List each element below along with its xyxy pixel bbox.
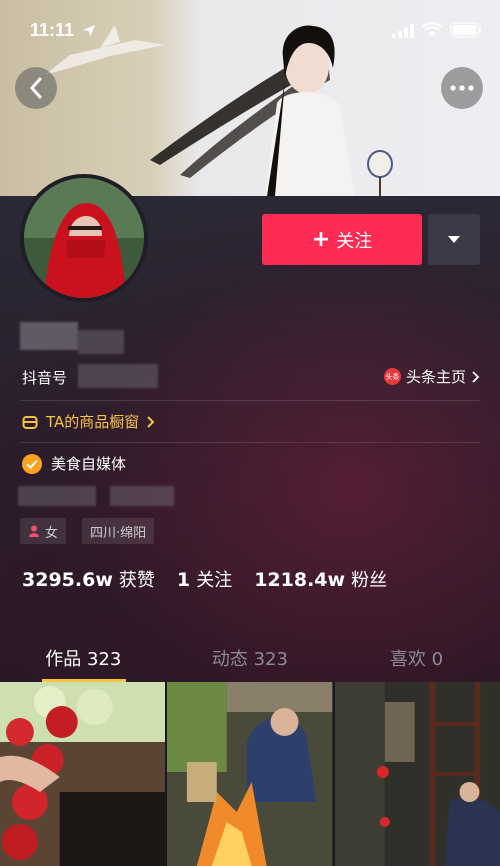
location-arrow-icon bbox=[83, 25, 95, 37]
bio-redacted-2 bbox=[110, 486, 174, 506]
follow-label: 关注 bbox=[336, 230, 373, 252]
verified-category: 美食自媒体 bbox=[51, 455, 127, 473]
shop-window-link[interactable]: TA的商品橱窗 bbox=[22, 411, 155, 432]
shop-window-label: TA的商品橱窗 bbox=[46, 413, 140, 431]
followers-label: 粉丝 bbox=[351, 570, 388, 591]
more-options-button[interactable] bbox=[441, 67, 483, 109]
tab-works-label: 作品 323 bbox=[45, 649, 122, 670]
nickname-redacted bbox=[20, 322, 78, 350]
thumbnail-image bbox=[0, 682, 166, 866]
chevron-right-icon bbox=[147, 415, 155, 428]
nickname-redacted-2 bbox=[78, 330, 124, 354]
verified-badge-row: 美食自媒体 bbox=[22, 453, 126, 474]
following-stat[interactable]: 1 关注 bbox=[177, 566, 232, 592]
following-count: 1 bbox=[176, 569, 191, 591]
ellipsis-icon bbox=[450, 85, 474, 91]
cart-icon bbox=[22, 415, 38, 429]
status-bar: 11:11 bbox=[0, 0, 500, 60]
status-time: 11:11 bbox=[30, 20, 75, 40]
back-button[interactable] bbox=[15, 67, 57, 109]
plus-icon: + bbox=[311, 227, 331, 252]
likes-count: 3295.6w bbox=[22, 569, 113, 591]
battery-icon bbox=[450, 22, 481, 38]
video-grid bbox=[0, 682, 500, 866]
chevron-right-icon bbox=[472, 370, 480, 383]
bio-redacted bbox=[18, 486, 96, 506]
thumbnail-image bbox=[167, 682, 333, 866]
profile-stats: 3295.6w 获赞 1 关注 1218.4w 粉丝 bbox=[22, 566, 409, 592]
verified-check-icon bbox=[22, 453, 42, 474]
tab-works[interactable]: 作品 323 bbox=[0, 632, 167, 682]
cellular-signal-icon bbox=[392, 24, 414, 38]
recommend-dropdown-button[interactable] bbox=[428, 214, 480, 265]
following-label: 关注 bbox=[196, 570, 233, 591]
caret-down-icon bbox=[448, 235, 460, 243]
toutiao-homepage-link[interactable]: 头条 头条主页 bbox=[383, 366, 480, 387]
avatar-image bbox=[24, 178, 144, 298]
tab-likes[interactable]: 喜欢 0 bbox=[333, 632, 500, 682]
avatar[interactable] bbox=[20, 174, 148, 302]
profile-tabs: 作品 323 动态 323 喜欢 0 bbox=[0, 632, 500, 682]
thumbnail-image bbox=[334, 682, 500, 866]
douyin-id-label: 抖音号 bbox=[22, 369, 68, 387]
gender-tag: 女 bbox=[20, 518, 67, 544]
divider bbox=[20, 400, 480, 401]
likes-stat: 3295.6w 获赞 bbox=[22, 566, 155, 592]
female-icon bbox=[29, 525, 39, 537]
tab-moments[interactable]: 动态 323 bbox=[167, 632, 334, 682]
fan-illustration bbox=[367, 150, 393, 196]
toutiao-logo-icon: 头条 bbox=[383, 368, 401, 385]
followers-count: 1218.4w bbox=[254, 569, 346, 591]
douyin-id-redacted bbox=[78, 364, 158, 388]
gender-label: 女 bbox=[45, 525, 59, 541]
location-label: 四川·绵阳 bbox=[90, 525, 147, 541]
follow-button[interactable]: + 关注 bbox=[262, 214, 422, 265]
location-tag: 四川·绵阳 bbox=[82, 518, 155, 544]
video-thumbnail-3[interactable] bbox=[334, 682, 500, 866]
chevron-left-icon bbox=[30, 77, 42, 99]
toutiao-link-label: 头条主页 bbox=[405, 368, 466, 386]
likes-label: 获赞 bbox=[118, 570, 155, 591]
video-thumbnail-1[interactable] bbox=[0, 682, 166, 866]
video-thumbnail-2[interactable] bbox=[167, 682, 333, 866]
wifi-icon bbox=[422, 22, 442, 37]
divider bbox=[20, 442, 480, 443]
tab-moments-label: 动态 323 bbox=[211, 649, 288, 670]
followers-stat[interactable]: 1218.4w 粉丝 bbox=[254, 566, 387, 592]
tab-likes-label: 喜欢 0 bbox=[389, 649, 444, 670]
